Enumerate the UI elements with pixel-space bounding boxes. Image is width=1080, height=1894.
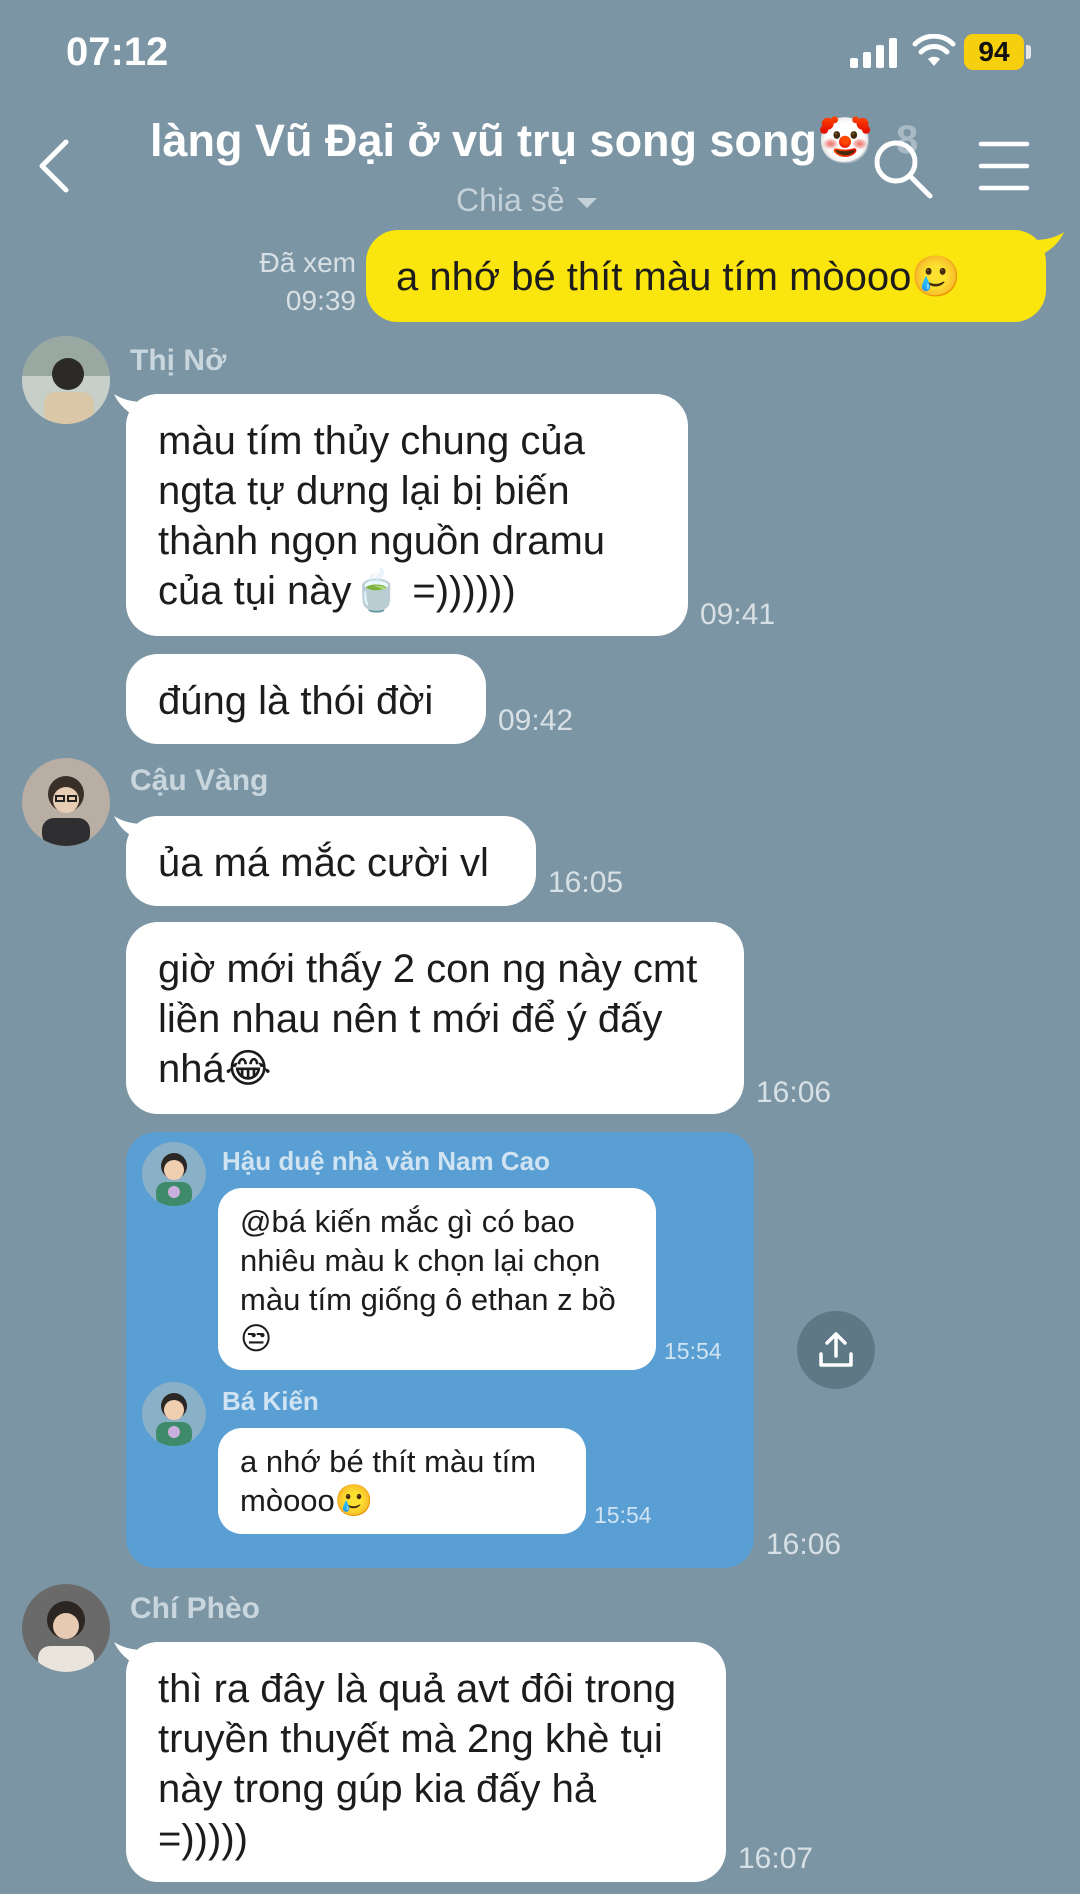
seen-label: Đã xem [259,247,356,278]
seen-status: Đã xem 09:39 [240,244,356,320]
caret-down-icon [576,197,597,208]
message-time: 16:05 [548,866,624,899]
message-bubble-mine[interactable]: a nhớ bé thít màu tím mòooo🥲 [366,230,1064,322]
bubble-tail [114,394,144,420]
chevron-left-icon[interactable] [30,136,80,196]
forwarded-message-text: a nhớ bé thít màu tím mòooo🥲 [240,1444,537,1518]
menu-icon[interactable] [978,140,1030,192]
avatar-cau-vang[interactable] [22,758,110,846]
forwarded-message-text: @bá kiến mắc gì có bao nhiêu màu k chọn … [240,1204,616,1356]
message-bubble[interactable]: đúng là thói đời [126,654,486,744]
message-bubble[interactable]: màu tím thủy chung của ngta tự dưng lại … [114,394,688,636]
message-text: giờ mới thấy 2 con ng này cmt liền nhau … [158,947,698,1091]
message-time: 16:06 [756,1076,832,1109]
message-bubble[interactable]: thì ra đây là quả avt đôi trong truyền t… [114,1642,726,1882]
chat-subtitle-dropdown[interactable]: Chia sẻ [456,182,597,219]
subtitle-label: Chia sẻ [456,182,565,218]
sender-name: Cậu Vàng [130,764,269,797]
forwarded-sender-name: Hậu duệ nhà văn Nam Cao [222,1146,550,1176]
message-time: 09:41 [700,598,776,631]
share-button[interactable] [797,1311,875,1389]
message-bubble[interactable]: giờ mới thấy 2 con ng này cmt liền nhau … [126,922,744,1114]
avatar-thi-no[interactable] [22,336,110,424]
message-text: a nhớ bé thít màu tím mòooo🥲 [396,255,962,299]
message-text: thì ra đây là quả avt đôi trong truyền t… [158,1667,677,1861]
forwarded-messages-card[interactable]: Hậu duệ nhà văn Nam Cao @bá kiến mắc gì … [126,1132,754,1568]
message-bubble[interactable]: ủa má mắc cười vl [114,816,536,906]
sender-name: Thị Nở [130,344,227,377]
avatar-hau-due [142,1142,206,1206]
forwarded-message-time: 15:54 [664,1338,722,1364]
forwarded-message-bubble: a nhớ bé thít màu tím mòooo🥲 [218,1428,586,1534]
status-time: 07:12 [66,30,169,74]
message-time: 16:07 [738,1842,814,1875]
message-text: đúng là thói đời [158,679,434,723]
search-icon[interactable] [872,138,934,200]
avatar-ba-kien [142,1382,206,1446]
battery-indicator: 94 [964,34,1024,70]
wifi-icon [912,34,956,66]
share-icon [819,1332,853,1367]
sender-name: Chí Phèo [130,1592,261,1625]
bubble-tail [114,1642,144,1668]
message-time: 09:39 [285,285,356,316]
forwarded-sender-name: Bá Kiến [222,1386,319,1416]
forwarded-message-bubble: @bá kiến mắc gì có bao nhiêu màu k chọn … [218,1188,656,1370]
message-text: ủa má mắc cười vl [158,841,489,885]
message-time: 16:06 [766,1528,842,1561]
signal-icon [850,38,897,68]
message-text: màu tím thủy chung của ngta tự dưng lại … [158,419,606,613]
forwarded-message-time: 15:54 [594,1502,652,1528]
battery-nub [1026,45,1031,59]
bubble-tail [1034,232,1064,258]
bubble-tail [114,816,144,842]
message-time: 09:42 [498,704,574,737]
avatar-chi-pheo[interactable] [22,1584,110,1672]
chat-title[interactable]: làng Vũ Đại ở vũ trụ song song🤡 [150,114,890,167]
